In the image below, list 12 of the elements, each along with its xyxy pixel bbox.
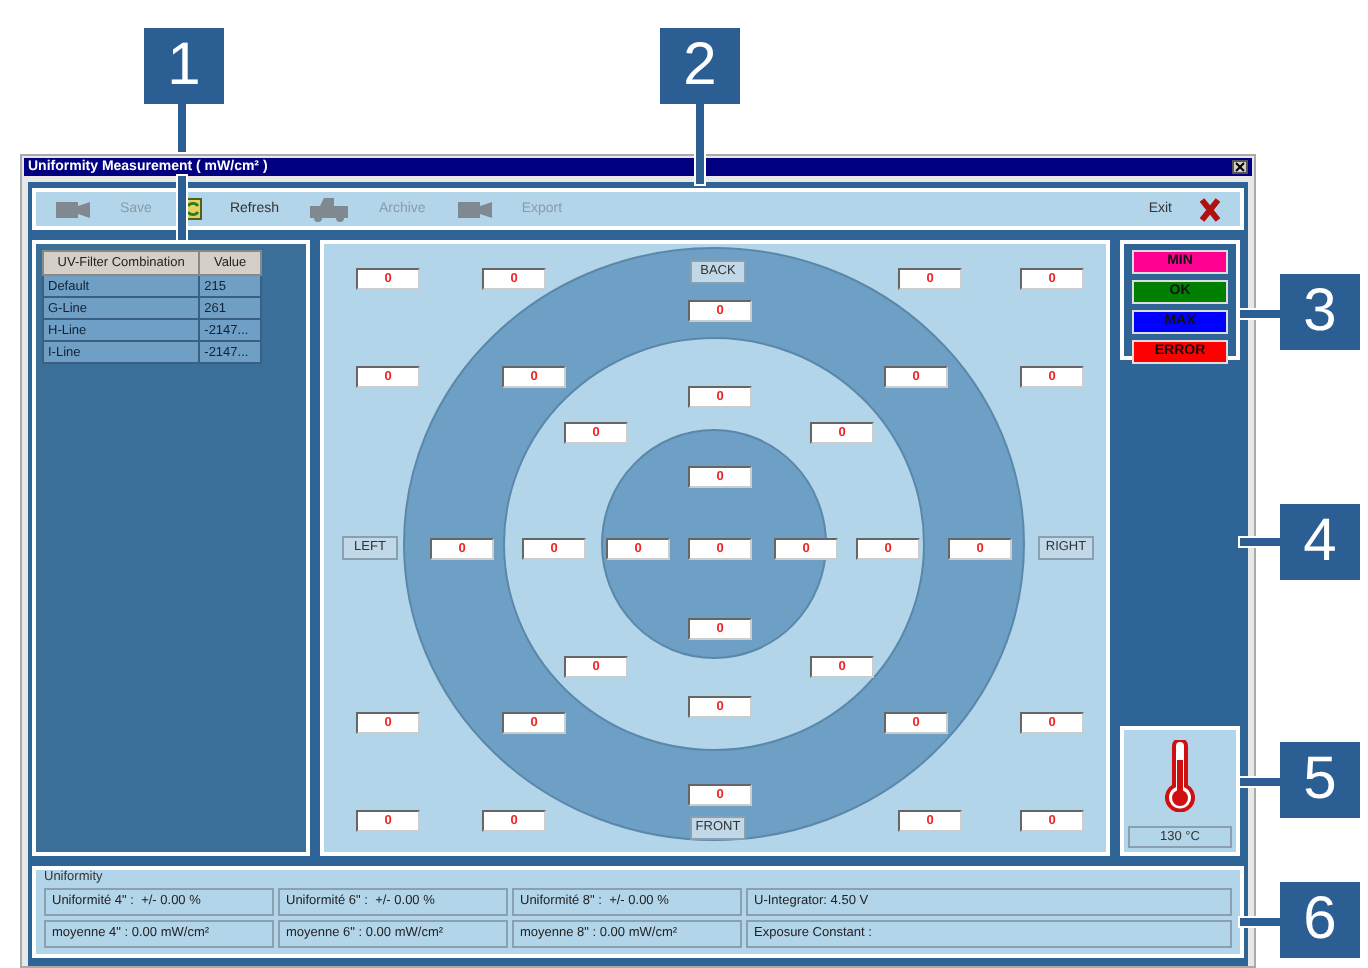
close-icon[interactable] [1232, 160, 1248, 174]
callout-number: 2 [660, 28, 740, 104]
callout-number: 6 [1280, 882, 1360, 958]
callout-number: 3 [1280, 274, 1360, 350]
truck-icon [310, 197, 351, 221]
camera-icon [457, 199, 494, 219]
callout-number: 5 [1280, 742, 1360, 818]
callout-number: 1 [144, 28, 224, 104]
camera-icon [56, 199, 92, 219]
callout-number: 4 [1280, 504, 1360, 580]
thermometer-icon [1164, 740, 1196, 812]
close-icon [1200, 197, 1220, 221]
